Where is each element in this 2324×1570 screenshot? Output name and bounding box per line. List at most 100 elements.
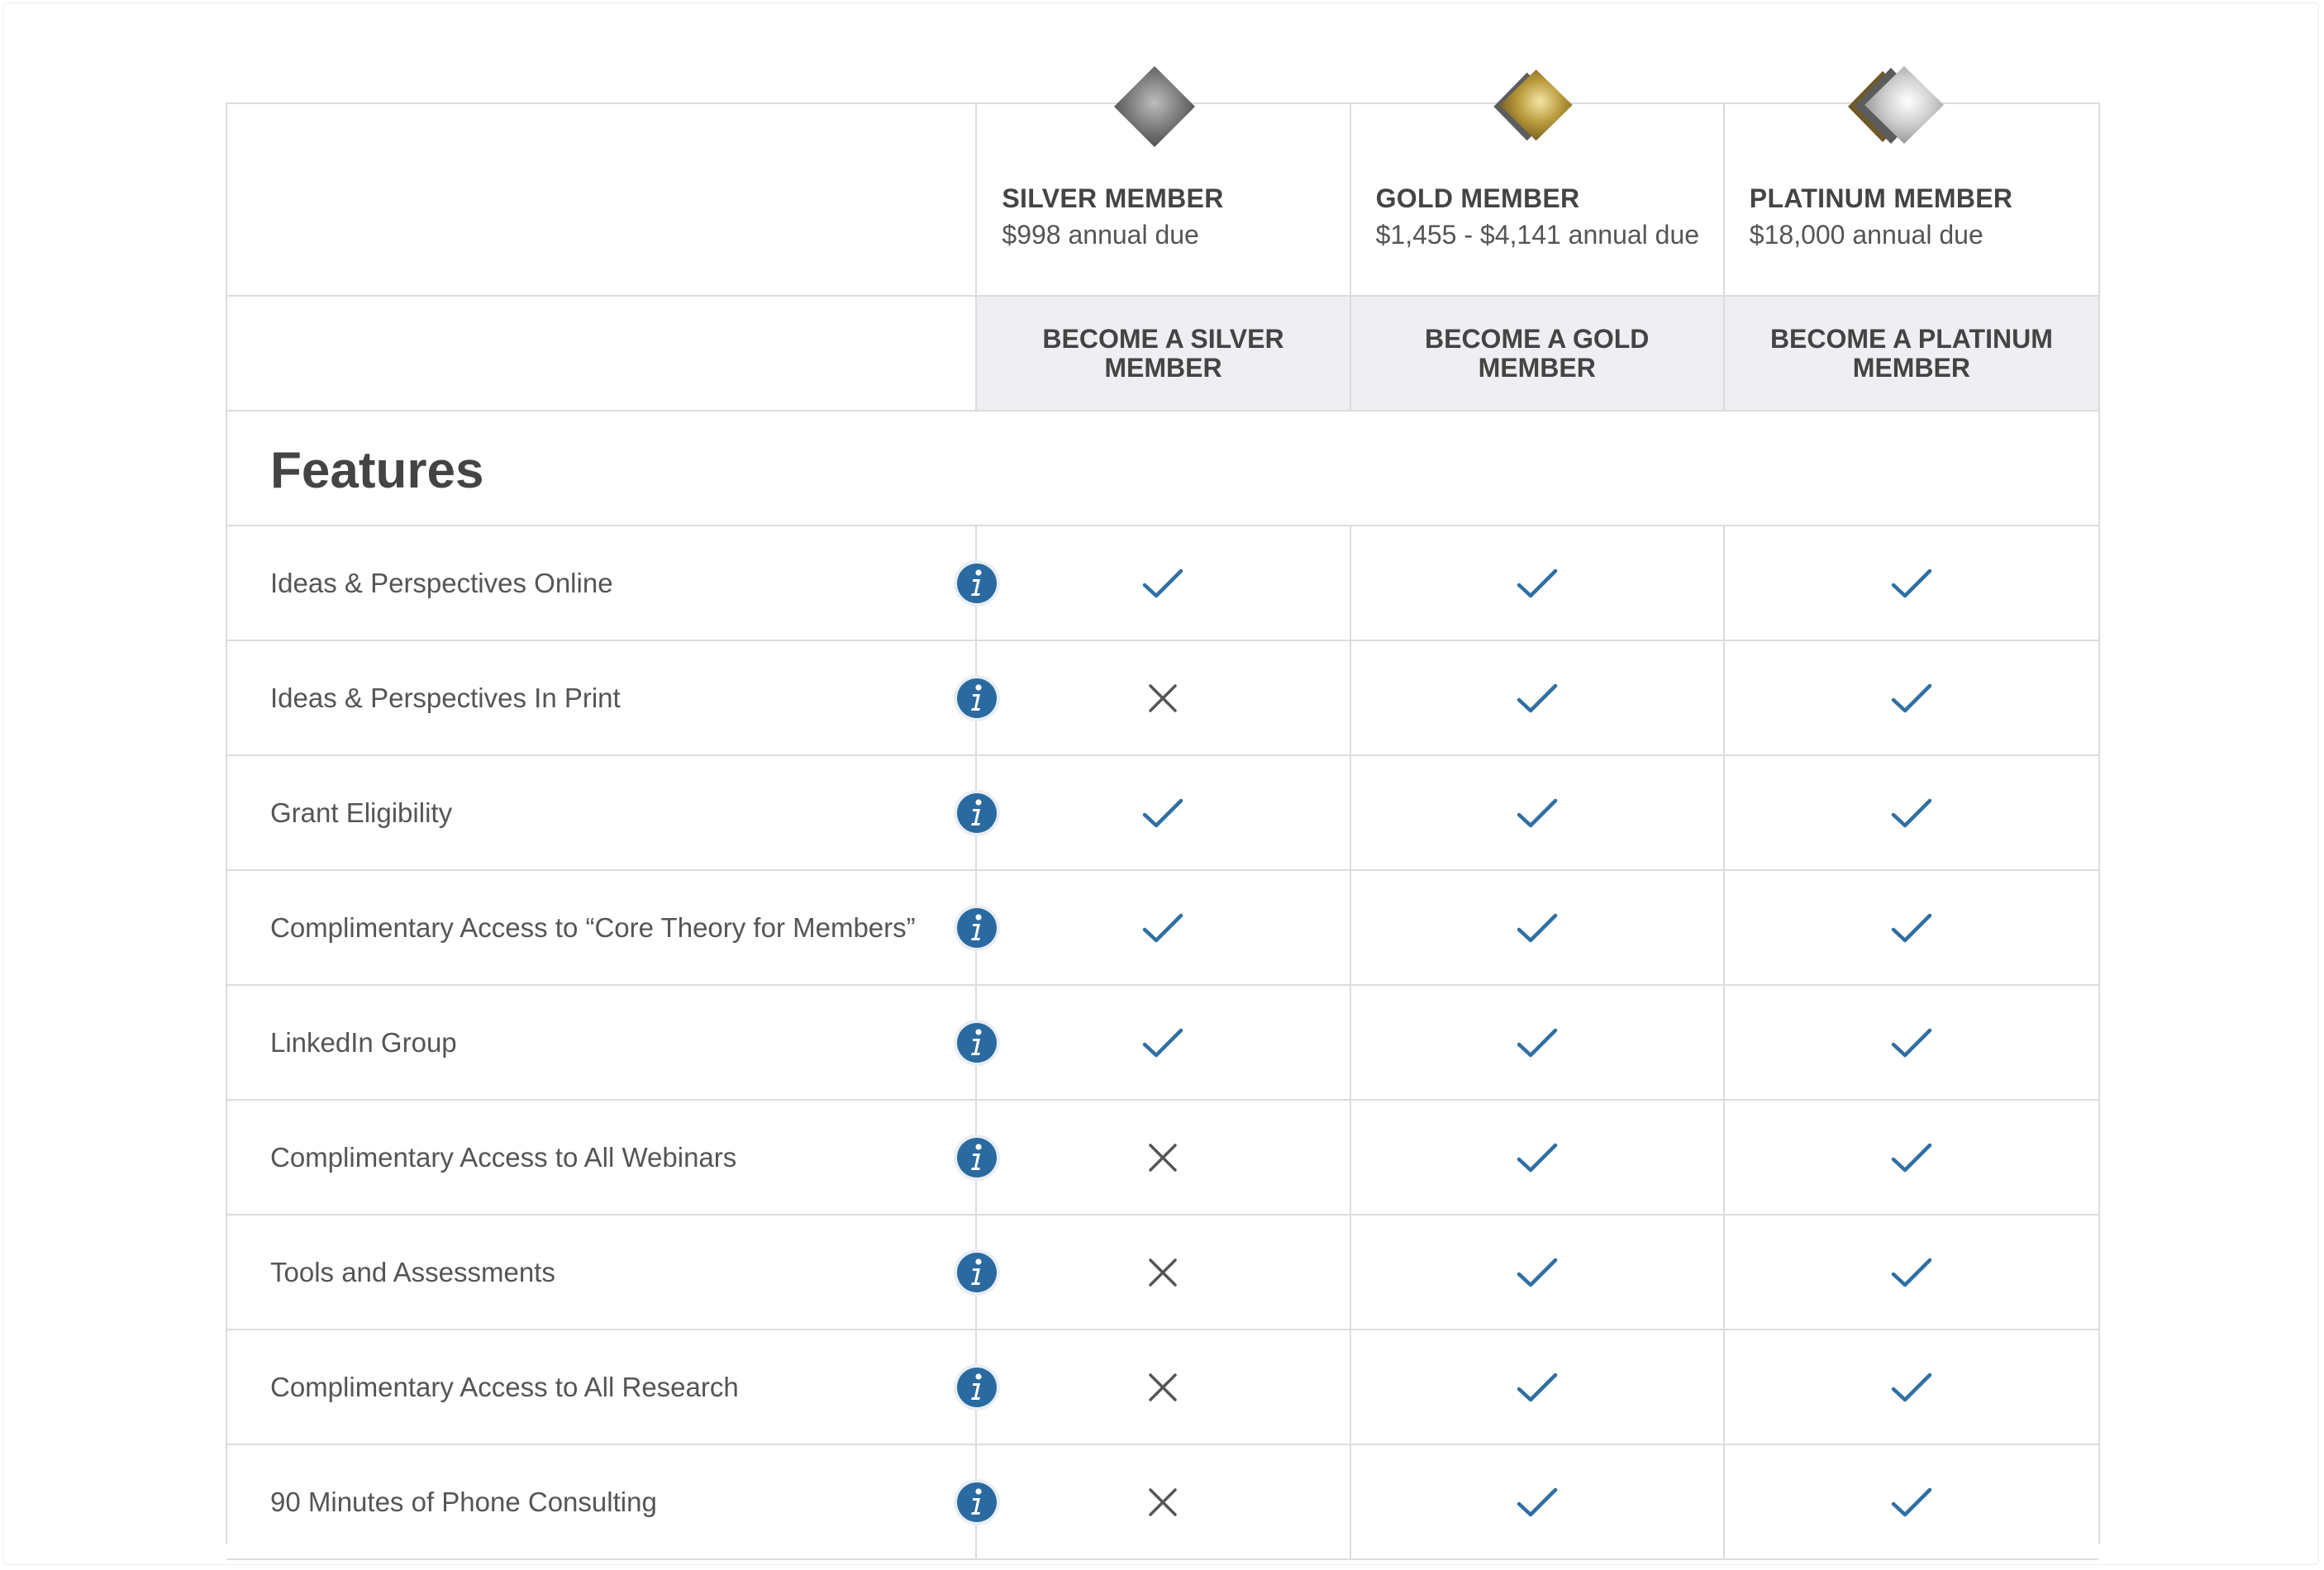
checkmark-icon: [1888, 1249, 1935, 1296]
checkmark-icon: [1140, 905, 1186, 951]
silver-feature-cell: [975, 871, 1349, 984]
info-icon[interactable]: [952, 559, 1002, 608]
checkmark-icon: [1140, 790, 1186, 836]
features-heading-row: Features: [227, 412, 2098, 526]
feature-label: Complimentary Access to “Core Theory for…: [270, 911, 916, 943]
checkmark-icon: [1888, 1135, 1935, 1181]
platinum-feature-cell: [1722, 1101, 2098, 1214]
info-icon[interactable]: [952, 673, 1002, 723]
feature-row: 90 Minutes of Phone Consulting: [227, 1445, 2098, 1560]
platinum-cta-cell: BECOME A PLATINUM MEMBER: [1722, 297, 2098, 410]
feature-label-cell: Complimentary Access to All Research: [227, 1330, 1001, 1444]
platinum-diamond-icon: [1847, 66, 1944, 144]
gold-feature-cell: [1349, 1216, 1723, 1329]
feature-label: Complimentary Access to All Webinars: [270, 1141, 737, 1173]
feature-label: Tools and Assessments: [270, 1256, 555, 1287]
info-icon[interactable]: [952, 1363, 1002, 1412]
platinum-feature-cell: [1722, 756, 2098, 869]
checkmark-icon: [1514, 790, 1560, 836]
checkmark-icon: [1888, 560, 1935, 607]
feature-label-cell: Complimentary Access to “Core Theory for…: [227, 871, 1001, 984]
feature-label-cell: Tools and Assessments: [227, 1216, 1001, 1329]
silver-feature-cell: [975, 1445, 1349, 1558]
gold-feature-cell: [1349, 1330, 1723, 1444]
gold-feature-cell: [1349, 1101, 1723, 1214]
silver-feature-cell: [975, 1330, 1349, 1444]
become-silver-button[interactable]: BECOME A SILVER MEMBER: [977, 297, 1349, 410]
platinum-feature-cell: [1722, 526, 2098, 640]
info-icon[interactable]: [952, 788, 1002, 838]
silver-cta-cell: BECOME A SILVER MEMBER: [975, 297, 1350, 410]
platinum-feature-cell: [1722, 1445, 2098, 1558]
feature-row: Complimentary Access to “Core Theory for…: [227, 871, 2098, 986]
checkmark-icon: [1514, 1479, 1560, 1525]
feature-row: Tools and Assessments: [227, 1216, 2098, 1330]
gold-tier-name: GOLD MEMBER: [1375, 183, 1580, 213]
silver-diamond-icon: [1114, 66, 1196, 147]
gold-feature-cell: [1349, 871, 1723, 984]
checkmark-icon: [1514, 1364, 1560, 1411]
feature-label: Ideas & Perspectives In Print: [270, 682, 621, 713]
feature-label: LinkedIn Group: [270, 1026, 457, 1058]
feature-row: Ideas & Perspectives Online: [227, 526, 2098, 641]
feature-label-cell: Ideas & Perspectives In Print: [227, 641, 1001, 754]
platinum-feature-cell: [1722, 986, 2098, 1099]
info-icon[interactable]: [952, 1133, 1002, 1182]
checkmark-icon: [1888, 905, 1935, 951]
feature-label: 90 Minutes of Phone Consulting: [270, 1486, 657, 1517]
cta-empty-cell: [227, 297, 975, 410]
info-icon[interactable]: [952, 1248, 1002, 1297]
info-icon[interactable]: [952, 1477, 1002, 1527]
header-empty-cell: [227, 104, 975, 295]
platinum-tier-name: PLATINUM MEMBER: [1749, 183, 2013, 213]
feature-row: Complimentary Access to All Webinars: [227, 1101, 2098, 1216]
x-icon: [1140, 1249, 1186, 1296]
silver-feature-cell: [975, 641, 1349, 754]
x-icon: [1140, 1135, 1186, 1181]
checkmark-icon: [1514, 1249, 1560, 1296]
checkmark-icon: [1140, 560, 1186, 607]
feature-label-cell: Grant Eligibility: [227, 756, 1001, 869]
checkmark-icon: [1888, 1479, 1935, 1525]
gold-feature-cell: [1349, 1445, 1723, 1558]
silver-feature-cell: [975, 1101, 1349, 1214]
gold-feature-cell: [1349, 526, 1723, 640]
info-icon[interactable]: [952, 1018, 1002, 1068]
silver-feature-cell: [975, 756, 1349, 869]
checkmark-icon: [1514, 1020, 1560, 1066]
silver-feature-cell: [975, 986, 1349, 1099]
gold-tier-header: GOLD MEMBER $1,455 - $4,141 annual due: [1349, 69, 1723, 295]
become-platinum-button[interactable]: BECOME A PLATINUM MEMBER: [1725, 297, 2098, 410]
feature-label: Ideas & Perspectives Online: [270, 567, 613, 598]
features-heading: Features: [270, 442, 484, 499]
feature-label-cell: Ideas & Perspectives Online: [227, 526, 1001, 640]
checkmark-icon: [1514, 560, 1560, 607]
feature-label-cell: Complimentary Access to All Webinars: [227, 1101, 1001, 1214]
gold-feature-cell: [1349, 641, 1723, 754]
checkmark-icon: [1888, 675, 1935, 721]
membership-comparison-table: SILVER MEMBER $998 annual due GOLD MEMBE…: [226, 66, 2100, 1560]
feature-row: Grant Eligibility: [227, 756, 2098, 871]
platinum-tier-header: PLATINUM MEMBER $18,000 annual due: [1722, 66, 2098, 295]
cta-row: BECOME A SILVER MEMBER BECOME A GOLD MEM…: [227, 297, 2098, 412]
feature-label: Complimentary Access to All Research: [270, 1371, 739, 1402]
silver-tier-price: $998 annual due: [1002, 220, 1199, 250]
silver-feature-cell: [975, 526, 1349, 640]
gold-cta-cell: BECOME A GOLD MEMBER: [1349, 297, 1723, 410]
feature-label-cell: LinkedIn Group: [227, 986, 1001, 1099]
feature-label: Grant Eligibility: [270, 797, 453, 828]
checkmark-icon: [1888, 1364, 1935, 1411]
platinum-feature-cell: [1722, 1330, 2098, 1444]
checkmark-icon: [1514, 1135, 1560, 1181]
platinum-feature-cell: [1722, 1216, 2098, 1329]
feature-row: Complimentary Access to All Research: [227, 1330, 2098, 1445]
info-icon[interactable]: [952, 903, 1002, 953]
gold-tier-price: $1,455 - $4,141 annual due: [1375, 220, 1700, 250]
become-gold-button[interactable]: BECOME A GOLD MEMBER: [1351, 297, 1723, 410]
tier-header-row: SILVER MEMBER $998 annual due GOLD MEMBE…: [227, 66, 2098, 297]
platinum-tier-price: $18,000 annual due: [1749, 220, 1983, 250]
silver-tier-name: SILVER MEMBER: [1002, 183, 1224, 213]
gold-diamond-icon: [1493, 69, 1573, 141]
x-icon: [1140, 675, 1186, 721]
feature-row: Ideas & Perspectives In Print: [227, 641, 2098, 756]
